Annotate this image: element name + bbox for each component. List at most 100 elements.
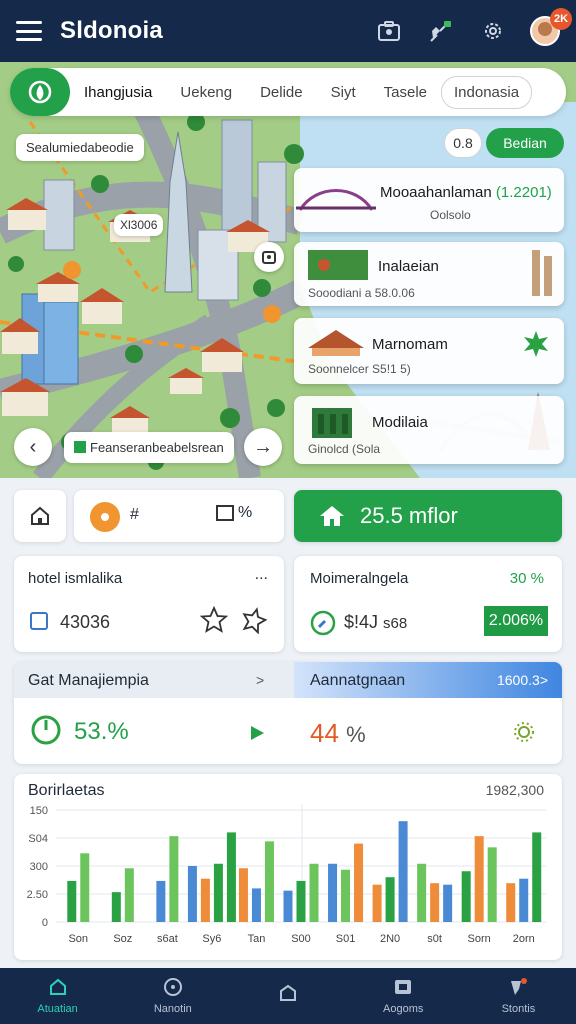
percent-toggle[interactable]: % [216, 504, 252, 522]
play-icon[interactable] [248, 724, 266, 742]
nav-atuatian[interactable]: Atuatian [0, 968, 115, 1024]
chart-bar [309, 863, 319, 922]
stats-header: Gat Manajiempia > Aannatgnaan 1600.3> [14, 662, 562, 698]
briefcase-icon[interactable] [374, 16, 404, 46]
map-action-pill[interactable]: Bedian [486, 128, 564, 158]
metric-price: $!4J [344, 612, 379, 632]
nav-bag[interactable] [230, 968, 345, 1024]
poi-card-field[interactable]: Inalaeian Sooodiani a 58.0.06 [294, 242, 564, 306]
chevron-right-icon[interactable]: > [256, 672, 264, 688]
checkbox[interactable] [30, 612, 48, 630]
x-tick-label: Sy6 [202, 933, 221, 945]
nav-aogoms[interactable]: Aogoms [346, 968, 461, 1024]
nav-nanotin[interactable]: Nanotin [115, 968, 230, 1024]
city-map[interactable]: Ihangjusia Uekeng Delide Siyt Tasele Ind… [0, 62, 576, 478]
x-tick-label: Son [68, 933, 88, 945]
toolbar-percent: % [238, 504, 253, 521]
toolbar-hash[interactable]: # [130, 506, 139, 524]
user-avatar[interactable]: 2K [530, 8, 572, 46]
share-star-icon[interactable] [240, 606, 268, 634]
wallet-icon [395, 980, 412, 994]
metric-title: Moimeralngela [310, 570, 409, 587]
sun-icon[interactable] [90, 502, 120, 532]
tab-delide[interactable]: Delide [246, 84, 317, 101]
tab-uekeng[interactable]: Uekeng [166, 84, 246, 101]
poi-card-bridge[interactable]: Mooaahanlaman (1.2201) Oolsolo [294, 168, 564, 232]
chart-bar [124, 868, 134, 922]
map-area-label: Sealumiedabeodie [16, 134, 144, 161]
progress-ring-icon [31, 715, 61, 745]
map-next-button[interactable]: → [244, 428, 282, 466]
frame-icon [216, 505, 234, 521]
zoom-pill[interactable]: 0.8 [444, 128, 482, 158]
metric-unit: s68 [383, 615, 408, 632]
hotel-card[interactable]: hotel ismlalika ... 43036 [14, 556, 284, 652]
chart-bar [187, 866, 197, 922]
tab-ihangjusia[interactable]: Ihangjusia [70, 84, 166, 101]
poi-card-temple[interactable]: Marnomam Soonnelcer S5!1 5) [294, 318, 564, 384]
app-title: Sldonoia [60, 17, 163, 44]
bridge-thumbnail [296, 189, 376, 211]
metric-card[interactable]: Moimeralngela 30 % $!4J s68 2.006% [294, 556, 562, 652]
budget-button[interactable]: 25.5 mflor [294, 490, 562, 542]
pin-icon [511, 978, 528, 995]
top-app-bar: Sldonoia 2K [0, 0, 576, 62]
chart-bar [372, 884, 382, 922]
nav-stontis[interactable]: Stontis [461, 968, 576, 1024]
chart-bar [200, 878, 210, 922]
burst-icon [524, 331, 548, 357]
tab-indonasia[interactable]: Indonasia [441, 75, 533, 109]
x-tick-label: s6at [157, 933, 178, 945]
legend-icon [74, 441, 86, 453]
chart-bar [385, 877, 395, 922]
home-button[interactable] [14, 490, 66, 542]
chart-bar [213, 863, 223, 922]
home-icon [320, 506, 344, 526]
hotel-title: hotel ismlalika [28, 570, 123, 587]
y-tick-label: S04 [28, 833, 48, 845]
tab-home[interactable] [10, 68, 70, 116]
chart-bar [328, 863, 338, 922]
notification-badge: 2K [550, 8, 572, 30]
hotel-code: 43036 [60, 612, 111, 632]
x-tick-label: 2N0 [380, 933, 400, 945]
quick-toolbar: # % [74, 490, 284, 542]
tab-siyt[interactable]: Siyt [317, 84, 370, 101]
right-stat-link[interactable]: 1600.3> [497, 672, 548, 688]
more-icon[interactable]: ... [255, 566, 268, 584]
stats-panel: Gat Manajiempia > Aannatgnaan 1600.3> 53… [14, 662, 562, 764]
poi-subtitle: Ginolcd (Sola [308, 442, 381, 456]
compass-icon [310, 610, 336, 636]
tab-tasele[interactable]: Tasele [370, 84, 441, 101]
chart-bar [417, 863, 427, 922]
budget-value: 25.5 mflor [360, 503, 458, 528]
poi-card-museum[interactable]: Modilaia Ginolcd (Sola [294, 396, 564, 464]
gear-icon[interactable] [478, 16, 508, 46]
poi-title: Inalaeian [378, 258, 439, 275]
star-icon[interactable] [200, 606, 228, 634]
x-tick-label: Soz [113, 933, 132, 945]
chart-bar [226, 832, 236, 922]
x-tick-label: Sorn [468, 933, 491, 945]
hotel-pin-icon[interactable] [254, 242, 284, 272]
nav-label: Atuatian [37, 1003, 78, 1015]
left-stat-value: 53.% [74, 718, 129, 745]
map-prev-button[interactable]: ‹ [14, 428, 52, 466]
tower-thumbnail [532, 250, 552, 296]
menu-icon[interactable] [16, 21, 42, 41]
satellite-icon[interactable] [426, 16, 456, 46]
left-stat-title: Gat Manajiempia [28, 672, 149, 689]
x-tick-label: 2orn [513, 933, 535, 945]
poi-subtitle: Soonnelcer S5!1 5) [308, 362, 411, 376]
map-marker-label[interactable]: Xl3006 [114, 214, 164, 236]
y-tick-label: 150 [30, 805, 48, 817]
compass-icon [163, 978, 182, 996]
chart-meta: 1982,300 [485, 782, 544, 798]
x-tick-label: S01 [336, 933, 356, 945]
chart-bar [296, 880, 306, 922]
x-tick-label: s0t [427, 933, 442, 945]
sun-settings-icon[interactable] [512, 720, 536, 744]
map-info-label[interactable]: Feanseranbeabelsrean [64, 432, 234, 463]
poi-price: (1.2201) [495, 184, 552, 201]
chart-title: Borirlaetas [28, 782, 105, 799]
